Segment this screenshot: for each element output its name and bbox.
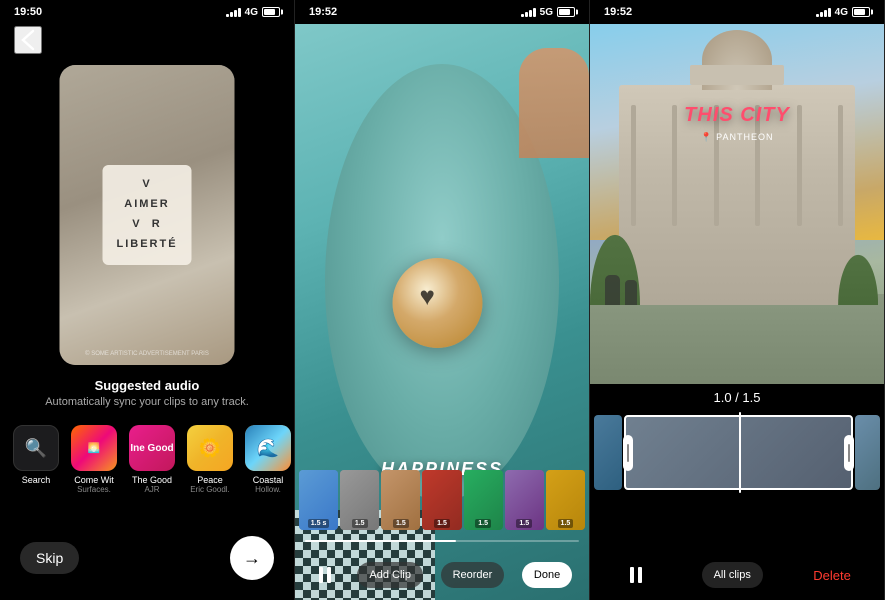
peace-label: Peace bbox=[197, 475, 223, 485]
signal-icon-1 bbox=[226, 7, 241, 17]
video-preview: VAIMERV RLIBERTÉ © SOME ARTISTIC ADVERTI… bbox=[60, 65, 235, 365]
time-1: 19:50 bbox=[14, 6, 42, 18]
this-city-overlay: THIS CITY bbox=[590, 104, 884, 127]
audio-coastal[interactable]: 🌊 Coastal Hollow. bbox=[242, 425, 294, 494]
pause-button[interactable] bbox=[312, 567, 340, 583]
come-with-label: Come Wit bbox=[74, 475, 114, 485]
time-2: 19:52 bbox=[309, 6, 337, 18]
status-right-1: 4G bbox=[226, 7, 280, 18]
playhead bbox=[739, 412, 741, 493]
status-bar-1: 19:50 4G bbox=[0, 0, 294, 20]
audio-search[interactable]: 🔍 Search bbox=[10, 425, 62, 494]
audio-the-good[interactable]: Ine Good The Good AJR bbox=[126, 425, 178, 494]
status-right-2: 5G bbox=[521, 7, 575, 18]
filmstrip[interactable]: 1.5 s 1.5 1.5 1.5 1.5 1.5 1.5 bbox=[295, 470, 589, 530]
film-clip-7[interactable]: 1.5 bbox=[546, 470, 585, 530]
battery-icon-3 bbox=[852, 7, 870, 17]
scrabble-tiles: VAIMERV RLIBERTÉ bbox=[102, 165, 191, 264]
editor-controls: Add Clip Reorder Done bbox=[295, 562, 589, 588]
audio-track-list: 🔍 Search 🌅 Come Wit Surfaces. Ine Good T… bbox=[0, 425, 294, 494]
audio-come-with[interactable]: 🌅 Come Wit Surfaces. bbox=[68, 425, 120, 494]
the-good-cover: Ine Good bbox=[129, 425, 175, 471]
status-right-3: 4G bbox=[816, 7, 870, 18]
network-3: 4G bbox=[835, 7, 848, 18]
skip-button[interactable]: Skip bbox=[20, 542, 79, 574]
battery-icon-2 bbox=[557, 7, 575, 17]
search-label: Search bbox=[22, 475, 51, 485]
video-content-3: THIS CITY 📍 PANTHEON bbox=[590, 24, 884, 384]
preview-image: VAIMERV RLIBERTÉ © SOME ARTISTIC ADVERTI… bbox=[60, 65, 235, 365]
search-audio-icon: 🔍 bbox=[13, 425, 59, 471]
clip-counter: 1.0 / 1.5 bbox=[590, 390, 884, 405]
film-clip-4[interactable]: 1.5 bbox=[422, 470, 461, 530]
battery-icon-1 bbox=[262, 7, 280, 17]
add-clip-button[interactable]: Add Clip bbox=[357, 562, 423, 588]
peace-sub: Eric Goodl. bbox=[190, 485, 230, 494]
time-3: 19:52 bbox=[604, 6, 632, 18]
trim-handle-right[interactable] bbox=[844, 435, 854, 471]
progress-fill bbox=[305, 540, 456, 542]
come-with-cover: 🌅 bbox=[71, 425, 117, 471]
film-clip-2[interactable]: 1.5 bbox=[340, 470, 379, 530]
pantheon-location: 📍 PANTHEON bbox=[590, 132, 884, 143]
panel-suggested-audio: 19:50 4G VAIMERV RLIBERTÉ © SOME ARTISTI… bbox=[0, 0, 295, 600]
signal-icon-2 bbox=[521, 7, 536, 17]
the-good-sub: AJR bbox=[144, 485, 159, 494]
trim-handle-left[interactable] bbox=[623, 435, 633, 471]
suggested-subtitle: Automatically sync your clips to any tra… bbox=[0, 396, 294, 408]
suggested-audio-section: Suggested audio Automatically sync your … bbox=[0, 378, 294, 408]
all-clips-label: All clips bbox=[714, 569, 751, 581]
suggested-title: Suggested audio bbox=[0, 378, 294, 393]
coastal-sub: Hollow. bbox=[255, 485, 281, 494]
trim-thumb-edge bbox=[594, 415, 622, 490]
network-2: 5G bbox=[540, 7, 553, 18]
status-bar-3: 19:52 4G bbox=[590, 0, 884, 20]
coastal-cover: 🌊 bbox=[245, 425, 291, 471]
reorder-button[interactable]: Reorder bbox=[441, 562, 505, 588]
network-1: 4G bbox=[245, 7, 258, 18]
peace-cover: 🌼 bbox=[187, 425, 233, 471]
trim-controls: All clips Delete bbox=[590, 562, 884, 588]
selected-clip[interactable] bbox=[624, 415, 853, 490]
pantheon-scene: THIS CITY 📍 PANTHEON bbox=[590, 24, 884, 384]
next-button[interactable]: → bbox=[230, 536, 274, 580]
film-clip-3[interactable]: 1.5 bbox=[381, 470, 420, 530]
playback-progress[interactable] bbox=[305, 540, 579, 542]
film-clip-6[interactable]: 1.5 bbox=[505, 470, 544, 530]
all-clips-button[interactable]: All clips bbox=[702, 562, 763, 588]
trim-filmstrip[interactable] bbox=[590, 415, 884, 490]
panel-clip-editor: 19:52 5G ♥ HAPPI bbox=[295, 0, 590, 600]
the-good-label: The Good bbox=[132, 475, 172, 485]
trim-thumb-right-edge bbox=[855, 415, 880, 490]
watermark-text: © SOME ARTISTIC ADVERTISEMENT PARIS bbox=[60, 351, 235, 357]
coastal-label: Coastal bbox=[253, 475, 284, 485]
audio-peace[interactable]: 🌼 Peace Eric Goodl. bbox=[184, 425, 236, 494]
delete-button[interactable]: Delete bbox=[813, 568, 851, 583]
done-button[interactable]: Done bbox=[522, 562, 572, 588]
signal-icon-3 bbox=[816, 7, 831, 17]
panel-clip-trim: 19:52 4G bbox=[590, 0, 885, 600]
pause-button-3[interactable] bbox=[623, 567, 651, 583]
p1-bottom-controls: Skip → bbox=[0, 536, 294, 580]
film-clip-5[interactable]: 1.5 bbox=[464, 470, 503, 530]
status-bar-2: 19:52 5G bbox=[295, 0, 589, 20]
come-with-sub: Surfaces. bbox=[77, 485, 111, 494]
film-clip-1[interactable]: 1.5 s bbox=[299, 470, 338, 530]
back-button[interactable] bbox=[14, 26, 42, 54]
